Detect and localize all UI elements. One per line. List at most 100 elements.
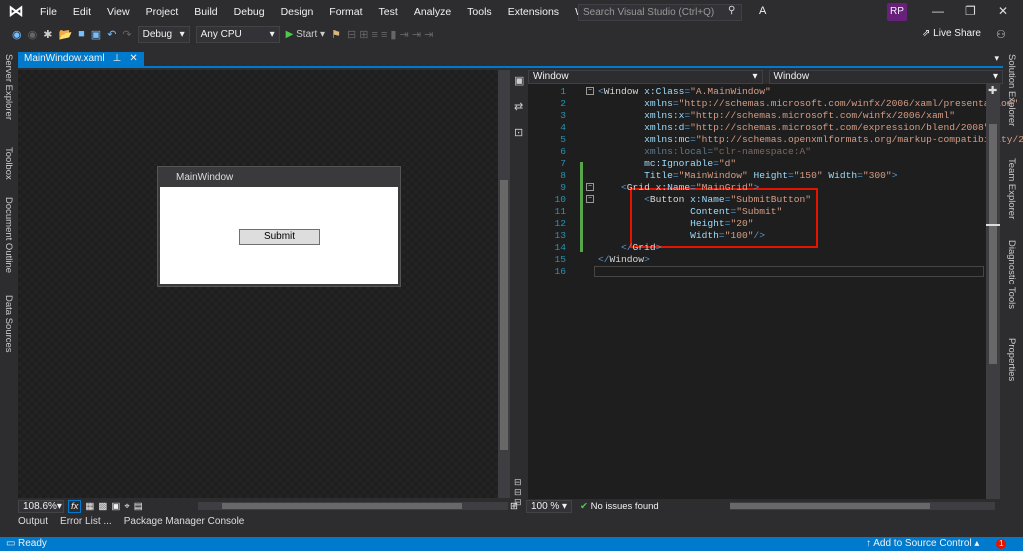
menu-design[interactable]: Design [273, 6, 322, 18]
code-line[interactable]: xmlns:local="clr-namespace:A" [598, 146, 811, 157]
close-tab-icon[interactable]: ✕ [129, 52, 137, 66]
add-to-source-control-button[interactable]: ↑ Add to Source Control ▴ [866, 537, 979, 551]
live-share-button[interactable]: ⇗ Live Share [922, 28, 981, 39]
right-rail-team-explorer[interactable]: Team Explorer [1006, 158, 1017, 219]
effects-toggle[interactable]: fx [68, 499, 82, 513]
minimize-icon[interactable]: — [932, 4, 944, 18]
scroll-thumb[interactable] [500, 180, 508, 450]
code-line[interactable]: </Grid> [598, 242, 661, 253]
tab-mainwindow-xaml[interactable]: MainWindow.xaml ⊥ ✕ [18, 52, 144, 66]
search-icon[interactable]: ⚲ [728, 5, 735, 16]
visual-studio-logo-icon: ⋈ [8, 3, 24, 20]
right-rail-solution-explorer[interactable]: Solution Explorer [1006, 54, 1017, 126]
collapse-icon[interactable]: − [586, 87, 594, 95]
background-icon[interactable]: ▣ [111, 501, 120, 512]
tool-tab-package-manager-console[interactable]: Package Manager Console [124, 516, 245, 532]
code-line[interactable]: <Grid x:Name="MainGrid"> [598, 182, 759, 193]
preview-window[interactable]: MainWindow Submit [157, 166, 401, 287]
menu-tools[interactable]: Tools [459, 6, 500, 18]
designer-horizontal-scrollbar[interactable] [198, 502, 508, 510]
right-rail-diagnostic-tools[interactable]: Diagnostic Tools [1006, 240, 1017, 309]
undo-icon[interactable]: ↶ [107, 28, 116, 41]
scroll-thumb[interactable] [989, 124, 997, 364]
redo-icon[interactable]: ↷ [122, 28, 131, 41]
tab-overflow-icon[interactable]: ▾ [994, 53, 999, 64]
feedback-icon[interactable]: ⚇ [996, 28, 1006, 41]
code-line[interactable]: mc:Ignorable="d" [598, 158, 736, 169]
line-number: 13 [554, 230, 566, 241]
forward-icon[interactable]: ◉ [28, 28, 38, 41]
grid-icon[interactable]: ▦ [85, 501, 94, 512]
code-line[interactable]: xmlns:x="http://schemas.microsoft.com/wi… [598, 110, 955, 121]
find-icon[interactable]: ⚑ [331, 28, 341, 41]
xaml-designer-surface[interactable]: MainWindow Submit [18, 70, 498, 498]
code-vertical-scrollbar[interactable]: ✚ [986, 84, 1000, 499]
menu-project[interactable]: Project [138, 6, 187, 18]
collapse-icon[interactable]: − [586, 183, 594, 191]
swap-panes-icon[interactable]: ⇄ [514, 100, 523, 113]
menu-extensions[interactable]: Extensions [500, 6, 567, 18]
design-view-icon[interactable]: ▣ [514, 74, 524, 87]
collapse-icon[interactable]: − [586, 195, 594, 203]
code-line[interactable]: xmlns="http://schemas.microsoft.com/winf… [598, 98, 1018, 109]
menu-file[interactable]: File [32, 6, 65, 18]
preview-submit-button[interactable]: Submit [239, 229, 320, 245]
avatar[interactable]: RP [887, 3, 907, 21]
tool-tab-output[interactable]: Output [18, 516, 48, 532]
left-rail-data-sources[interactable]: Data Sources [3, 295, 14, 353]
save-icon[interactable]: ■ [78, 28, 85, 40]
menu-debug[interactable]: Debug [226, 6, 273, 18]
device-icon[interactable]: ▤ [134, 501, 143, 512]
search-input[interactable]: Search Visual Studio (Ctrl+Q) [578, 4, 742, 21]
code-horizontal-scrollbar[interactable] [730, 502, 995, 510]
back-icon[interactable]: ◉ [12, 28, 22, 41]
left-tool-rail: Server Explorer Toolbox Document Outline Da… [0, 50, 18, 536]
start-button[interactable]: ▶ Start ▾ [286, 29, 325, 40]
menu-view[interactable]: View [99, 6, 138, 18]
designer-zoom-select[interactable]: 108.6% ▾ [18, 499, 64, 513]
code-line[interactable]: xmlns:mc="http://schemas.openxmlformats.… [598, 134, 1023, 145]
restore-icon[interactable]: ❐ [965, 4, 976, 18]
code-line[interactable]: xmlns:d="http://schemas.microsoft.com/ex… [598, 122, 989, 133]
code-line[interactable]: Title="MainWindow" Height="150" Width="3… [598, 170, 897, 181]
code-line[interactable]: <Button x:Name="SubmitButton" [598, 194, 811, 205]
issues-indicator[interactable]: ✔ No issues found [580, 501, 659, 512]
code-zoom-select[interactable]: 100 % ▾ [525, 499, 572, 513]
menu-format[interactable]: Format [321, 6, 370, 18]
open-icon[interactable]: 📂 [58, 28, 72, 41]
code-line[interactable]: Height="20" [598, 218, 753, 229]
snap-grid-icon[interactable]: ▩ [98, 501, 107, 512]
pin-icon[interactable]: ⊥ [113, 52, 122, 66]
tool-tab-error-list-[interactable]: Error List ... [60, 516, 112, 532]
code-line[interactable]: </Window> [598, 254, 650, 265]
menu-test[interactable]: Test [371, 6, 406, 18]
xaml-view-icon[interactable]: ⊡ [514, 126, 523, 139]
menu-analyze[interactable]: Analyze [406, 6, 459, 18]
code-line[interactable]: Content="Submit" [598, 206, 782, 217]
account-button[interactable]: A [759, 5, 766, 17]
menu-edit[interactable]: Edit [65, 6, 99, 18]
snap-lines-icon[interactable]: ⌖ [124, 501, 129, 512]
xaml-code-editor[interactable]: 1 <Window x:Class="A.MainWindow" −2 xmlns=… [528, 84, 1023, 499]
code-line[interactable]: Width="100"/> [598, 230, 765, 241]
left-rail-toolbox[interactable]: Toolbox [3, 147, 14, 180]
save-all-icon[interactable]: ▣ [91, 28, 101, 41]
left-rail-document-outline[interactable]: Document Outline [3, 197, 14, 273]
left-rail-server-explorer[interactable]: Server Explorer [3, 54, 14, 120]
menu-build[interactable]: Build [186, 6, 225, 18]
close-window-icon[interactable]: ✕ [998, 4, 1008, 18]
element-nav-left[interactable]: Window ▾ [528, 70, 763, 84]
preview-window-body[interactable]: Submit [160, 187, 398, 284]
notification-badge[interactable]: 1 [996, 539, 1007, 549]
right-rail-properties[interactable]: Properties [1006, 338, 1017, 381]
code-token: "MainGrid" [695, 182, 754, 193]
designer-vertical-scrollbar[interactable] [498, 70, 510, 498]
platform-select[interactable]: Any CPU ▾ [195, 25, 280, 43]
new-project-icon[interactable]: ✱ [43, 28, 52, 41]
split-editor-icon[interactable]: ✚ [988, 84, 997, 97]
code-line[interactable]: <Window x:Class="A.MainWindow" [598, 86, 771, 97]
split-icon[interactable]: ⊞ [510, 501, 518, 512]
configuration-select[interactable]: Debug ▾ [137, 25, 190, 43]
element-nav-right[interactable]: Window ▾ [768, 70, 1003, 84]
